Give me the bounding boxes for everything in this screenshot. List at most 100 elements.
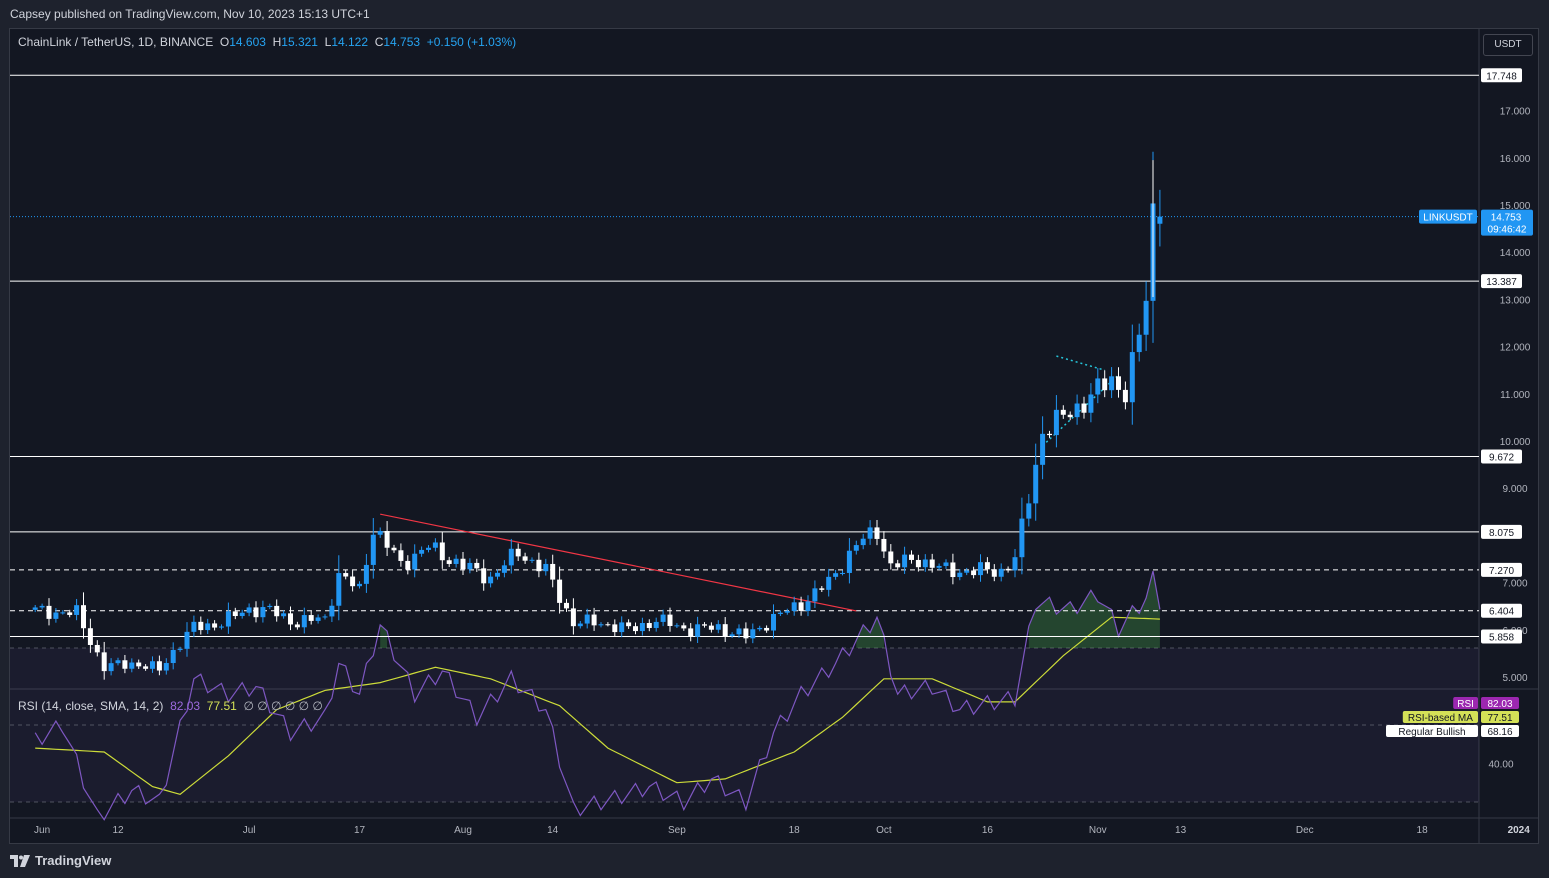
candle <box>688 623 694 642</box>
high-label: H <box>272 35 282 49</box>
candle-body <box>695 624 701 637</box>
candle-body <box>1109 376 1115 391</box>
candle-body <box>412 553 418 570</box>
candle-body <box>67 612 73 615</box>
candle <box>1019 497 1025 575</box>
candle <box>419 546 425 557</box>
candle <box>1129 324 1135 425</box>
candle <box>205 618 211 634</box>
candle-body <box>729 634 735 637</box>
candle <box>971 566 977 579</box>
low-value: 14.122 <box>331 35 369 49</box>
candle-body <box>343 573 349 577</box>
candle-body <box>398 550 404 561</box>
candle-body <box>246 607 252 613</box>
candle-body <box>570 608 576 627</box>
candle <box>1012 549 1018 578</box>
candle <box>219 624 224 630</box>
symbol-legend[interactable]: ChainLink / TetherUS, 1D, BINANCE O14.60… <box>18 35 516 49</box>
candle-body <box>53 612 59 619</box>
candle-body <box>750 629 756 639</box>
candle-body <box>288 613 293 625</box>
candle <box>260 600 266 623</box>
time-axis-label: 13 <box>1175 825 1187 836</box>
open-value: 14.603 <box>229 35 266 49</box>
candle-body <box>867 527 873 539</box>
candle <box>950 553 956 585</box>
level-price-tag: 9.672 <box>1489 452 1514 463</box>
candle <box>281 610 287 619</box>
price-chart[interactable]: Jun 12 Jul 17 Aug 14 Sep 18 Oct 16 Nov 13 Dec 18 2024 5… <box>0 0 1549 878</box>
candle <box>1026 494 1032 527</box>
candle <box>536 552 542 578</box>
candle-body <box>978 562 983 576</box>
candle <box>446 556 452 567</box>
candle <box>998 563 1004 582</box>
last-price-tag: 14.753 <box>1491 213 1522 224</box>
candle-body <box>950 562 956 578</box>
candle-body <box>426 547 431 550</box>
candle <box>674 623 680 628</box>
price-axis-label: 14.000 <box>1500 248 1531 259</box>
regular-bullish-tag-value: 68.16 <box>1487 727 1512 738</box>
candle-body <box>363 564 369 584</box>
candle-body <box>840 572 845 574</box>
candle <box>481 559 487 591</box>
candle-body <box>550 563 556 580</box>
candle-body <box>771 613 776 631</box>
candle <box>695 616 701 644</box>
candle <box>619 616 625 638</box>
candle-body <box>612 624 618 633</box>
candle <box>239 609 245 619</box>
candle-body <box>39 605 45 608</box>
candle-body <box>1143 300 1149 335</box>
candle <box>253 601 259 623</box>
candle-body <box>736 628 742 635</box>
candle-body <box>74 605 80 615</box>
currency-button[interactable]: USDT <box>1483 34 1533 56</box>
candle <box>991 564 997 582</box>
rsi-tag-label: RSI <box>1457 699 1474 710</box>
candle-body <box>798 602 804 611</box>
candle <box>736 624 742 638</box>
candle <box>391 544 397 553</box>
candle-body <box>281 613 287 617</box>
candle <box>232 607 238 620</box>
symbol-name: ChainLink / TetherUS, 1D, BINANCE <box>18 35 214 49</box>
candle-body <box>308 615 314 621</box>
candle <box>1053 395 1059 448</box>
time-axis-label: Dec <box>1296 825 1314 836</box>
candle-body <box>895 563 901 568</box>
candle-body <box>1157 216 1163 224</box>
candle-body <box>826 576 832 590</box>
candle <box>853 540 859 555</box>
candle-body <box>943 562 949 566</box>
candle-body <box>205 623 211 631</box>
candle <box>715 620 721 634</box>
candle <box>1143 281 1149 351</box>
time-axis-label: 18 <box>789 825 801 836</box>
candle-body <box>584 614 590 624</box>
candle <box>322 614 328 620</box>
candle <box>453 554 459 568</box>
candle <box>81 592 86 639</box>
candle <box>915 554 921 572</box>
candle <box>564 598 569 612</box>
candle <box>198 616 204 635</box>
candle <box>978 554 983 582</box>
candle <box>722 617 728 642</box>
candle <box>867 520 873 545</box>
candle <box>812 580 818 608</box>
rsi-legend[interactable]: RSI (14, close, SMA, 14, 2) 82.03 77.51 … <box>18 699 323 713</box>
candle-body <box>915 559 921 568</box>
candle <box>515 543 521 561</box>
candle <box>584 608 590 629</box>
candle-body <box>163 663 169 671</box>
price-axis-label: 7.000 <box>1502 579 1527 590</box>
candle-body <box>150 661 155 669</box>
candle-body <box>481 568 487 584</box>
candle <box>529 557 535 563</box>
candle-body <box>219 626 224 628</box>
tradingview-brand[interactable]: TradingView <box>10 853 111 868</box>
candle <box>363 553 369 593</box>
